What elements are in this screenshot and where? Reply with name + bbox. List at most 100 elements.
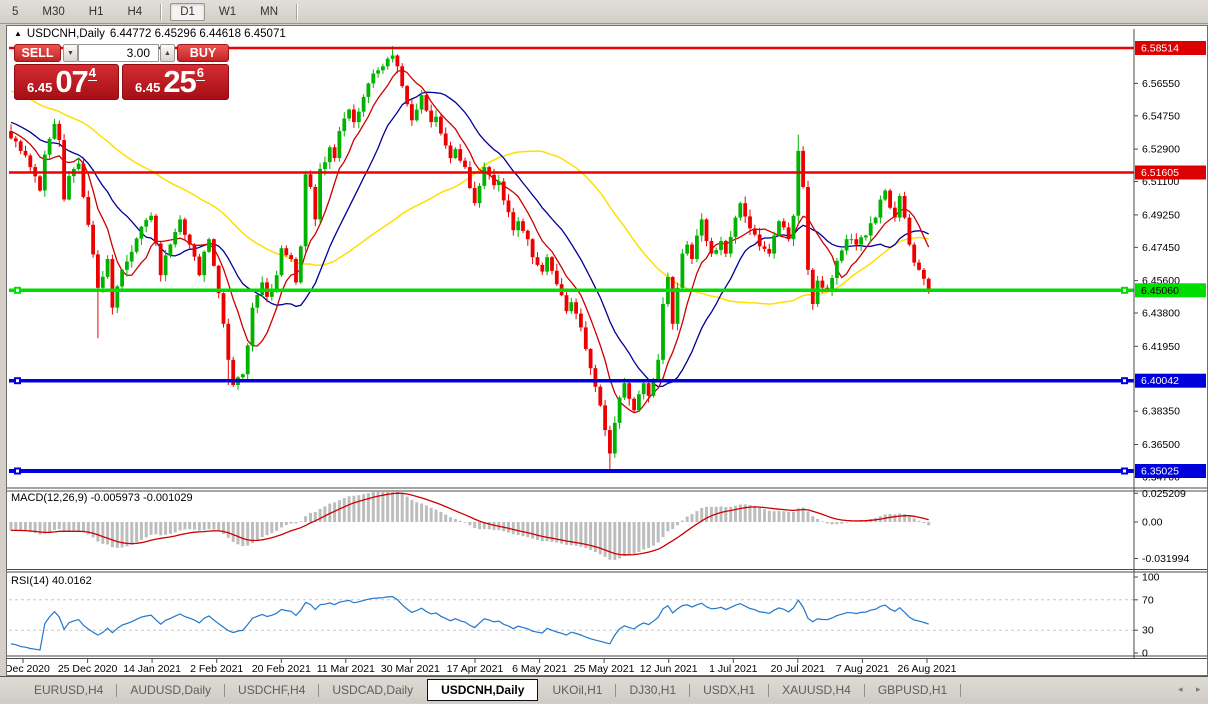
sell-button[interactable]: SELL — [14, 44, 61, 62]
date-axis: 7 Dec 2020 25 Dec 2020 14 Jan 2021 2 Feb 20… — [7, 658, 957, 675]
tab-separator — [863, 683, 865, 697]
svg-text:6.43800: 6.43800 — [1142, 308, 1180, 320]
volume-input[interactable] — [78, 44, 159, 62]
timeframe-button-h4[interactable]: H4 — [117, 3, 152, 21]
svg-text:11 Mar 2021: 11 Mar 2021 — [317, 663, 375, 675]
buy-price-point: 6 — [195, 65, 206, 81]
svg-text:6.38350: 6.38350 — [1142, 406, 1180, 418]
tab-separator — [116, 683, 118, 697]
svg-text:0: 0 — [1142, 648, 1148, 660]
svg-text:6.56550: 6.56550 — [1142, 78, 1180, 90]
svg-text:2 Feb 2021: 2 Feb 2021 — [190, 663, 243, 675]
svg-text:20 Jul 2021: 20 Jul 2021 — [771, 663, 825, 675]
buy-price-big: 25 — [163, 64, 196, 99]
trading-platform-window: { "toolbar": { "group1": ["5","M30","H1"… — [0, 0, 1208, 704]
tab-separator — [318, 683, 320, 697]
buy-price-panel[interactable]: 6.45 25 6 — [122, 64, 229, 100]
svg-text:25 May 2021: 25 May 2021 — [574, 663, 635, 675]
horizontal-line-objects[interactable] — [9, 46, 1134, 475]
tab-ukoil-h1[interactable]: UKOil,H1 — [540, 679, 614, 701]
svg-text:6.49250: 6.49250 — [1142, 209, 1180, 221]
timeframe-toolbar: 5 M30 H1 H4 D1 W1 MN — [0, 0, 1208, 24]
svg-text:26 Aug 2021: 26 Aug 2021 — [898, 663, 957, 675]
chart-ohlc-values: 6.44772 6.45296 6.44618 6.45071 — [109, 28, 286, 40]
sell-price-panel[interactable]: 6.45 07 4 — [14, 64, 119, 100]
timeframe-button-m30[interactable]: M30 — [32, 3, 74, 21]
macd-axis: 0.025209 0.00 -0.031994 — [1134, 488, 1189, 565]
chart-title: ▲ USDCNH,Daily 6.44772 6.45296 6.44618 6… — [14, 27, 286, 41]
rsi-axis: 100 70 30 0 — [1134, 572, 1160, 660]
panel-borders — [7, 29, 1207, 659]
sell-price-big: 07 — [55, 64, 88, 99]
timeframe-button-mn[interactable]: MN — [250, 3, 288, 21]
tab-scroll-left-icon[interactable]: ◂ — [1178, 684, 1183, 695]
volume-decrease-button[interactable]: ▼ — [63, 44, 78, 62]
macd-indicator-label: MACD(12,26,9) -0.005973 -0.001029 — [11, 492, 193, 504]
ma-mid-line — [10, 91, 929, 388]
svg-text:30: 30 — [1142, 625, 1154, 637]
price-chart-canvas[interactable]: 6.565506.547506.529006.511006.492506.474… — [7, 26, 1207, 675]
rsi-line — [10, 595, 929, 651]
svg-text:0.025209: 0.025209 — [1142, 488, 1186, 500]
svg-text:7 Aug 2021: 7 Aug 2021 — [836, 663, 889, 675]
tab-separator — [768, 683, 770, 697]
tab-audusd-daily[interactable]: AUDUSD,Daily — [118, 679, 223, 701]
svg-text:25 Dec 2020: 25 Dec 2020 — [58, 663, 118, 675]
svg-text:14 Jan 2021: 14 Jan 2021 — [123, 663, 181, 675]
svg-text:-0.031994: -0.031994 — [1142, 553, 1189, 565]
svg-text:12 Jun 2021: 12 Jun 2021 — [640, 663, 698, 675]
volume-increase-button[interactable]: ▲ — [160, 44, 175, 62]
buy-button[interactable]: BUY — [177, 44, 229, 62]
timeframe-button-h1[interactable]: H1 — [79, 3, 114, 21]
timeframe-button-w1[interactable]: W1 — [209, 3, 246, 21]
timeframe-button-d1[interactable]: D1 — [170, 2, 205, 21]
svg-text:6.58514: 6.58514 — [1141, 43, 1179, 55]
svg-text:6.35025: 6.35025 — [1141, 466, 1179, 478]
svg-text:1 Jul 2021: 1 Jul 2021 — [709, 663, 758, 675]
svg-text:6.52900: 6.52900 — [1142, 144, 1180, 156]
tab-xauusd-h4[interactable]: XAUUSD,H4 — [770, 679, 863, 701]
svg-text:6.40042: 6.40042 — [1141, 375, 1179, 387]
price-axis: 6.565506.547506.529006.511006.492506.474… — [1134, 78, 1180, 483]
svg-text:6.47450: 6.47450 — [1142, 242, 1180, 254]
svg-text:100: 100 — [1142, 572, 1160, 584]
ma-slow-line — [10, 90, 929, 305]
timeframe-button-5[interactable]: 5 — [2, 3, 28, 21]
tab-eurusd-h4[interactable]: EURUSD,H4 — [22, 679, 115, 701]
svg-text:6.54750: 6.54750 — [1142, 110, 1180, 122]
svg-text:6.51605: 6.51605 — [1141, 167, 1179, 179]
tab-gbpusd-h1[interactable]: GBPUSD,H1 — [866, 679, 959, 701]
buy-price-prefix: 6.45 — [135, 80, 161, 95]
rsi-indicator-label: RSI(14) 40.0162 — [11, 575, 92, 587]
svg-text:70: 70 — [1142, 594, 1154, 606]
chart-window[interactable]: 6.56550 6.54750 6.52900 6.51100 6.49250 6.474… — [6, 25, 1208, 676]
chevron-down-icon: ▼ — [67, 49, 74, 57]
chart-symbol-label: USDCNH,Daily — [26, 28, 105, 40]
svg-text:0.00: 0.00 — [1142, 517, 1163, 529]
moving-averages — [10, 69, 930, 414]
tab-usdx-h1[interactable]: USDX,H1 — [691, 679, 767, 701]
tab-usdchf-h4[interactable]: USDCHF,H4 — [226, 679, 317, 701]
svg-text:7 Dec 2020: 7 Dec 2020 — [7, 663, 50, 675]
svg-text:6.45060: 6.45060 — [1141, 285, 1179, 297]
collapse-triangle-icon[interactable]: ▲ — [14, 29, 22, 38]
candles — [9, 46, 931, 471]
svg-text:20 Feb 2021: 20 Feb 2021 — [252, 663, 311, 675]
tab-scroll-right-icon[interactable]: ▸ — [1196, 684, 1201, 695]
tab-separator — [960, 683, 962, 697]
sell-price-prefix: 6.45 — [27, 80, 53, 95]
tab-separator — [689, 683, 691, 697]
tab-separator — [615, 683, 617, 697]
tab-usdcnh-daily[interactable]: USDCNH,Daily — [427, 679, 539, 701]
tab-usdcad-daily[interactable]: USDCAD,Daily — [320, 679, 425, 701]
toolbar-separator — [296, 3, 299, 20]
svg-text:6.36500: 6.36500 — [1142, 439, 1180, 451]
tab-separator — [224, 683, 226, 697]
toolbar-separator — [160, 3, 163, 20]
rsi-plot — [9, 595, 1134, 651]
one-click-trading-panel: SELL ▼ ▲ BUY 6.45 07 4 6.45 25 6 — [14, 44, 229, 100]
chevron-up-icon: ▲ — [164, 49, 171, 57]
chart-tab-bar: EURUSD,H4 AUDUSD,Daily USDCHF,H4 USDCAD,Dai… — [0, 676, 1208, 703]
svg-text:17 Apr 2021: 17 Apr 2021 — [447, 663, 504, 675]
tab-dj30-h1[interactable]: DJ30,H1 — [617, 679, 688, 701]
